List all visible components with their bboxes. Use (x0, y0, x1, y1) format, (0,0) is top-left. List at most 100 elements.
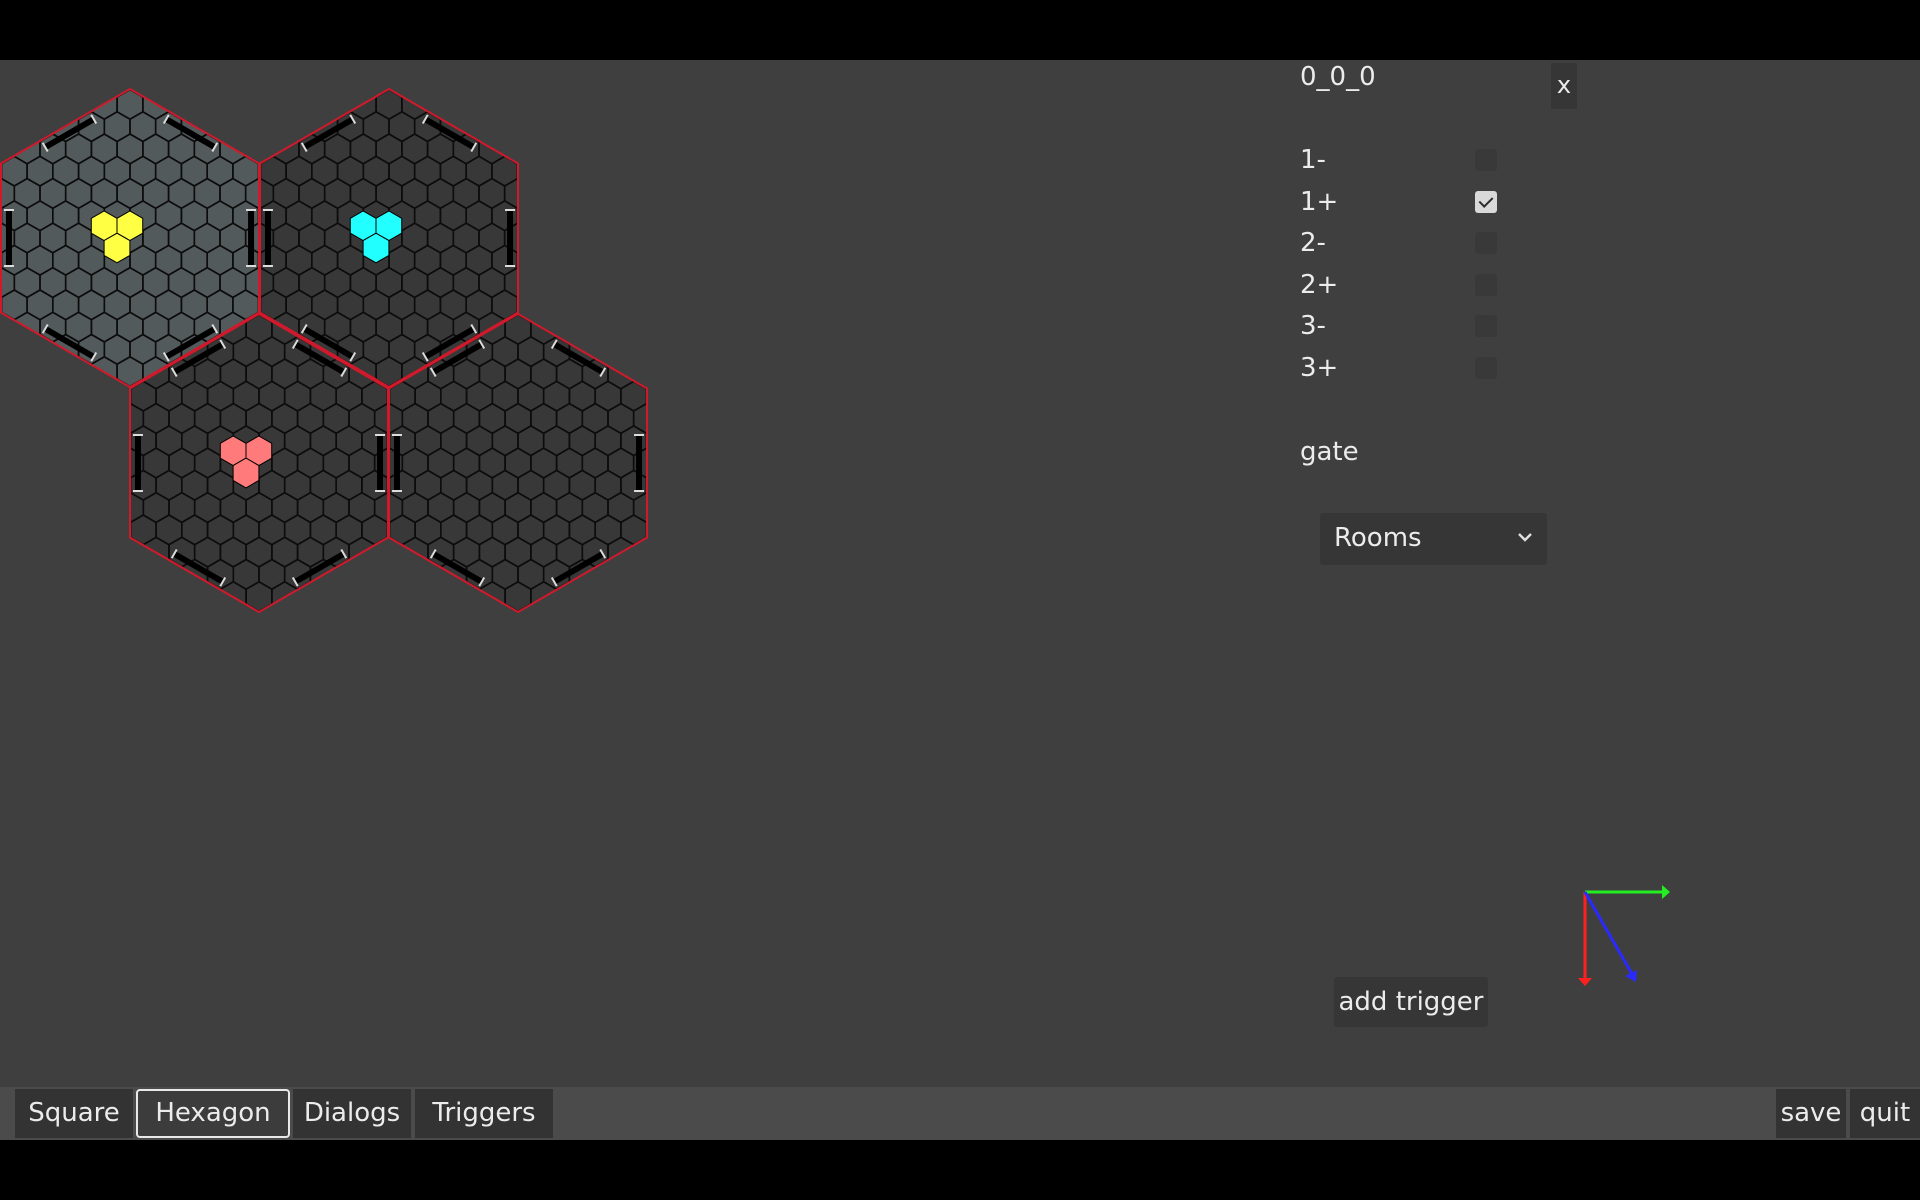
hex-cell[interactable] (594, 558, 622, 591)
hex-cell[interactable] (568, 292, 597, 323)
map-workspace[interactable]: 0_0_0 x 1- 1+ 2- 2+ 3- 3+ gate Rooms add… (0, 60, 1920, 1087)
hex-cell[interactable] (452, 580, 481, 612)
hex-cell[interactable] (154, 67, 183, 98)
hex-cell[interactable] (672, 470, 698, 500)
hex-cell[interactable] (118, 536, 145, 568)
hex-cell[interactable] (645, 469, 673, 502)
flag-checkbox[interactable] (1475, 149, 1497, 171)
hex-cell[interactable] (581, 580, 609, 612)
quit-button[interactable]: quit (1850, 1089, 1920, 1138)
hex-cell[interactable] (310, 67, 339, 98)
hex-cell[interactable] (413, 67, 442, 98)
hex-cell[interactable] (39, 89, 67, 121)
hex-cell[interactable] (361, 558, 388, 591)
hex-cell[interactable] (414, 558, 442, 591)
hex-cell[interactable] (77, 67, 106, 98)
tab-dialogs[interactable]: Dialogs (293, 1089, 411, 1138)
hex-cell[interactable] (181, 603, 209, 620)
hex-cell[interactable] (105, 424, 132, 457)
hex-cell[interactable] (555, 580, 584, 612)
hex-cell[interactable] (26, 333, 54, 366)
hex-cell[interactable] (542, 603, 571, 620)
hex-cell[interactable] (607, 580, 635, 612)
hex-cell[interactable] (219, 89, 247, 121)
flag-checkbox[interactable] (1475, 274, 1497, 296)
hex-cell[interactable] (401, 580, 429, 612)
hex-cell[interactable] (491, 110, 518, 143)
hex-cell[interactable] (660, 448, 686, 478)
hex-cell[interactable] (465, 603, 494, 620)
hex-cell[interactable] (79, 426, 105, 456)
hex-cell[interactable] (51, 67, 80, 98)
hex-cell[interactable] (531, 268, 557, 298)
hex-cell[interactable] (232, 110, 259, 143)
hex-cell[interactable] (568, 603, 597, 620)
hex-cell[interactable] (348, 580, 376, 612)
hex-cell[interactable] (607, 314, 635, 346)
hex-cell[interactable] (283, 603, 312, 620)
hex-cell[interactable] (1, 110, 28, 143)
rooms-select[interactable]: Rooms (1320, 513, 1547, 565)
hex-cell[interactable] (660, 493, 686, 523)
hex-cell[interactable] (543, 201, 569, 231)
hex-cell[interactable] (336, 67, 365, 98)
hex-cell[interactable] (168, 580, 196, 612)
flag-checkbox[interactable] (1475, 232, 1497, 254)
hex-cell[interactable] (13, 89, 41, 121)
hex-cell[interactable] (105, 514, 132, 546)
hex-cell[interactable] (193, 580, 222, 612)
hex-cell[interactable] (1, 333, 28, 366)
hex-map[interactable] (0, 60, 1250, 620)
flag-checkbox[interactable] (1475, 191, 1497, 213)
hex-cell[interactable] (39, 355, 67, 387)
hex-cell[interactable] (260, 110, 287, 143)
hex-cell[interactable] (272, 89, 300, 121)
hex-cell[interactable] (193, 89, 221, 121)
hex-cell[interactable] (309, 603, 338, 620)
hex-cell[interactable] (516, 244, 544, 277)
hex-cell[interactable] (64, 355, 93, 387)
add-trigger-button[interactable]: add trigger (1334, 977, 1488, 1027)
hex-cell[interactable] (296, 580, 325, 612)
hex-cell[interactable] (103, 378, 131, 409)
hex-cell[interactable] (452, 89, 480, 121)
hex-cell[interactable] (427, 580, 455, 612)
hex-cell[interactable] (335, 558, 363, 591)
hex-cell[interactable] (543, 245, 569, 275)
hex-cell[interactable] (645, 424, 673, 457)
hex-cell[interactable] (92, 493, 118, 523)
hex-cell[interactable] (389, 558, 416, 591)
tab-triggers[interactable]: Triggers (415, 1089, 553, 1138)
hex-cell[interactable] (581, 314, 609, 346)
hex-cell[interactable] (478, 89, 506, 121)
hex-cell[interactable] (155, 558, 183, 591)
hex-cell[interactable] (660, 404, 686, 434)
hex-cell[interactable] (92, 448, 118, 478)
hex-cell[interactable] (542, 292, 571, 323)
hex-cell[interactable] (142, 580, 170, 612)
tab-square[interactable]: Square (15, 1089, 133, 1138)
close-panel-button[interactable]: x (1551, 63, 1577, 109)
flag-checkbox[interactable] (1475, 357, 1497, 379)
hex-cell[interactable] (620, 558, 647, 591)
flag-checkbox[interactable] (1475, 315, 1497, 337)
hex-cell[interactable] (439, 67, 468, 98)
hex-cell[interactable] (105, 469, 132, 502)
hex-cell[interactable] (180, 67, 208, 98)
hex-cell[interactable] (516, 155, 544, 187)
hex-cell[interactable] (672, 426, 698, 456)
save-button[interactable]: save (1776, 1089, 1846, 1138)
hex-cell[interactable] (51, 378, 80, 409)
hex-cell[interactable] (92, 404, 118, 434)
hex-cell[interactable] (645, 380, 673, 412)
hex-cell[interactable] (620, 335, 647, 368)
hex-cell[interactable] (645, 514, 673, 546)
hex-cell[interactable] (531, 223, 557, 253)
hex-cell[interactable] (13, 355, 41, 387)
hex-cell[interactable] (439, 603, 468, 620)
hex-cell[interactable] (77, 378, 106, 409)
hex-cell[interactable] (130, 558, 157, 591)
hex-cell[interactable] (632, 536, 660, 568)
hex-cell[interactable] (516, 199, 544, 232)
hex-cell[interactable] (322, 580, 350, 612)
